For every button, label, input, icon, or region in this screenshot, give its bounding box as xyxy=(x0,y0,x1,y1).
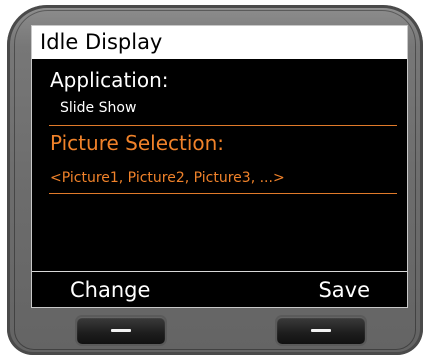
softkey-dash-icon xyxy=(311,329,331,332)
softkey-separator xyxy=(32,271,407,272)
field-divider xyxy=(49,193,397,194)
softkey-save[interactable]: Save xyxy=(318,276,370,304)
field-divider xyxy=(49,125,397,126)
right-hardware-softkey-button[interactable] xyxy=(277,317,365,344)
application-label: Application: xyxy=(50,68,169,92)
display-screen: Idle Display Application: Slide Show Pic… xyxy=(31,25,408,308)
picture-selection-value[interactable]: <Picture1, Picture2, Picture3, ...> xyxy=(50,169,285,187)
application-value[interactable]: Slide Show xyxy=(60,99,136,117)
softkey-dash-icon xyxy=(111,329,131,332)
screen-title: Idle Display xyxy=(32,26,407,59)
picture-selection-label: Picture Selection: xyxy=(50,131,225,155)
left-hardware-softkey-button[interactable] xyxy=(77,317,165,344)
softkey-change[interactable]: Change xyxy=(70,276,150,304)
